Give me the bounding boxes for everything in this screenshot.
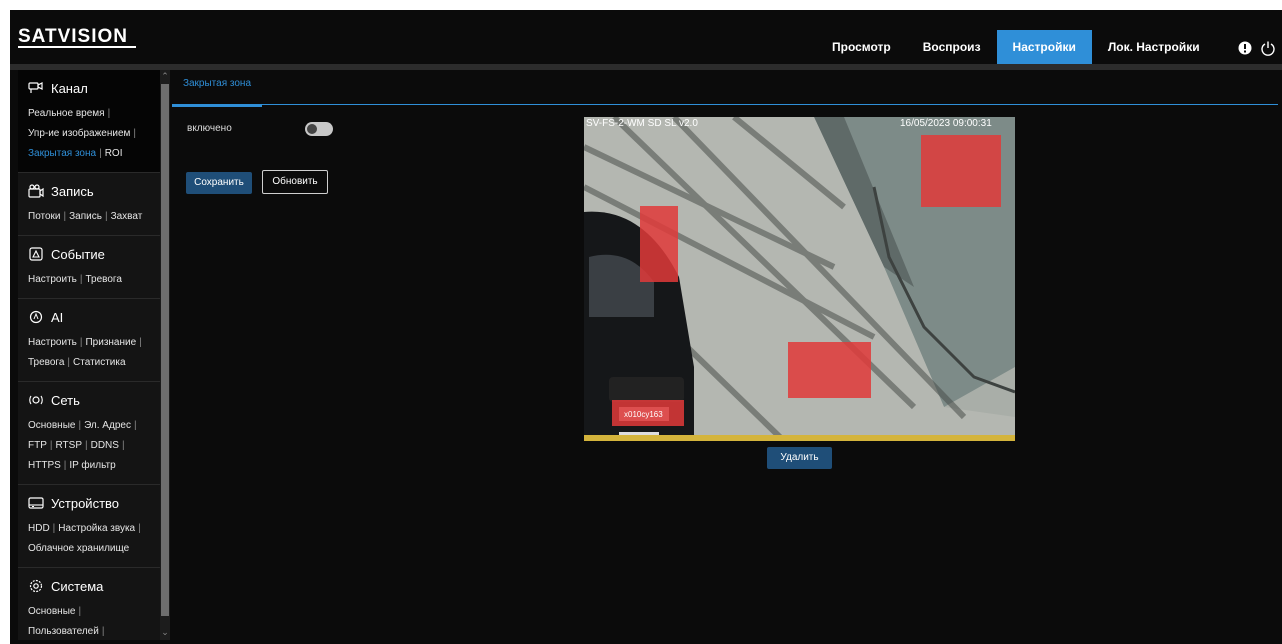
privacy-zone-1 [921, 135, 1001, 207]
sidebar-section-system: Система Основные | Пользователей | [18, 568, 168, 640]
sidebar-section-record: Запись Потоки | Запись | Захват [18, 173, 168, 236]
link-net-ddns[interactable]: DDNS [91, 440, 119, 451]
refresh-button[interactable]: Обновить [262, 170, 328, 194]
power-icon[interactable] [1260, 40, 1276, 56]
toggle-knob [307, 124, 317, 134]
app-window: SATVISION Просмотр Воспроиз Настройки Ло… [10, 10, 1282, 644]
sidebar-section-ai: AI Настроить | Признание | Тревога | Статисти… [18, 299, 168, 382]
sidebar-section-event: Событие Настроить | Тревога [18, 236, 168, 299]
link-ai-recognition[interactable]: Признание [85, 337, 136, 348]
link-event-setup[interactable]: Настроить [28, 274, 77, 285]
main-nav: Просмотр Воспроиз Настройки Лок. Настрой… [816, 30, 1216, 64]
nav-settings[interactable]: Настройки [996, 30, 1092, 64]
link-dev-cloud[interactable]: Облачное хранилище [28, 543, 129, 554]
link-sys-basic[interactable]: Основные [28, 606, 75, 617]
device-icon [28, 497, 44, 509]
sidebar-title-channel-label: Канал [51, 80, 88, 96]
sidebar-title-network[interactable]: Сеть [18, 388, 168, 412]
link-dev-audio[interactable]: Настройка звука [58, 523, 135, 534]
sidebar-title-event-label: Событие [51, 246, 105, 262]
sidebar-links-ai: Настроить | Признание | Тревога | Статистика [28, 337, 142, 368]
alert-icon[interactable] [1238, 41, 1252, 55]
link-net-email[interactable]: Эл. Адрес [84, 420, 131, 431]
main-panel: Закрытая зона включено Сохранить Обновит… [172, 70, 1282, 644]
sidebar-links-channel: Реальное время | Упр-ие изображением | Зак… [28, 108, 137, 159]
top-icons [1238, 40, 1276, 56]
link-net-basic[interactable]: Основные [28, 420, 75, 431]
sidebar-title-record-label: Запись [51, 183, 94, 199]
logo-text: SATVISION [18, 26, 128, 47]
link-ai-setup[interactable]: Настроить [28, 337, 77, 348]
link-recording[interactable]: Запись [69, 211, 102, 222]
scrollbar-thumb[interactable] [161, 84, 169, 616]
ai-icon [29, 310, 43, 324]
sidebar-title-network-label: Сеть [51, 392, 80, 408]
delete-button[interactable]: Удалить [767, 447, 832, 469]
osd-camera-name: SV-FS-2-WM SD SL v2.0 [586, 118, 698, 129]
event-icon [29, 247, 43, 261]
sidebar-title-event[interactable]: Событие [18, 242, 168, 266]
link-roi[interactable]: ROI [105, 148, 123, 159]
sidebar-title-ai[interactable]: AI [18, 305, 168, 329]
link-realtime[interactable]: Реальное время [28, 108, 105, 119]
sidebar-links-system: Основные | Пользователей | [28, 606, 105, 637]
link-image-control[interactable]: Упр-ие изображением [28, 128, 130, 139]
link-streams[interactable]: Потоки [28, 211, 61, 222]
sidebar-title-ai-label: AI [51, 309, 64, 325]
link-net-https[interactable]: HTTPS [28, 460, 61, 471]
save-button[interactable]: Сохранить [186, 172, 252, 194]
top-bar: SATVISION Просмотр Воспроиз Настройки Ло… [10, 10, 1282, 64]
sidebar-links-event: Настроить | Тревога [28, 274, 122, 285]
sidebar-title-system-label: Система [51, 578, 104, 594]
nav-local-settings[interactable]: Лок. Настройки [1092, 30, 1216, 64]
link-privacy-zone[interactable]: Закрытая зона [28, 148, 96, 159]
sidebar-links-record: Потоки | Запись | Захват [28, 211, 143, 222]
enabled-toggle[interactable] [305, 122, 333, 136]
sidebar-title-system[interactable]: Система [18, 574, 168, 598]
link-dev-hdd[interactable]: HDD [28, 523, 50, 534]
tab-privacy-zone[interactable]: Закрытая зона [172, 70, 262, 107]
sidebar-section-channel: Канал Реальное время | Упр-ие изображение… [18, 70, 168, 173]
camera-preview[interactable]: x010cy163 SV-FS-2-WM SD SL v2.0 16/05/20… [584, 117, 1015, 441]
sidebar-links-network: Основные | Эл. Адрес | FTP | RTSP | DDNS | HTTPS… [28, 420, 137, 471]
link-capture[interactable]: Захват [111, 211, 143, 222]
nav-view[interactable]: Просмотр [816, 30, 907, 64]
sidebar-section-device: Устройство HDD | Настройка звука | Облачное… [18, 485, 168, 568]
system-icon [29, 579, 43, 593]
link-net-ipfilter[interactable]: IP фильтр [69, 460, 115, 471]
record-icon [28, 184, 44, 198]
plate-text: x010cy163 [624, 410, 663, 419]
scroll-down-icon[interactable]: ⌄ [160, 626, 170, 638]
privacy-zone-2 [640, 206, 678, 282]
camera-icon [28, 82, 43, 93]
sidebar-title-device-label: Устройство [51, 495, 120, 511]
tab-underline [172, 104, 1278, 105]
sidebar-title-record[interactable]: Запись [18, 179, 168, 203]
privacy-zone-3 [788, 342, 871, 398]
enabled-label: включено [187, 123, 232, 134]
scroll-up-icon[interactable]: ⌃ [160, 70, 170, 82]
nav-playback[interactable]: Воспроиз [907, 30, 997, 64]
camera-scene: x010cy163 [584, 117, 1015, 441]
network-icon [29, 395, 43, 405]
settings-sidebar: Канал Реальное время | Упр-ие изображение… [18, 70, 168, 640]
sidebar-title-channel[interactable]: Канал [18, 76, 168, 100]
sidebar-scrollbar[interactable]: ⌃ ⌄ [160, 70, 170, 640]
link-event-alarm[interactable]: Тревога [85, 274, 121, 285]
link-ai-alarm[interactable]: Тревога [28, 357, 64, 368]
sidebar-title-device[interactable]: Устройство [18, 491, 168, 515]
osd-timestamp: 16/05/2023 09:00:31 [900, 118, 992, 129]
sidebar-links-device: HDD | Настройка звука | Облачное хранилище [28, 523, 141, 554]
link-sys-users[interactable]: Пользователей [28, 626, 99, 637]
satvision-logo: SATVISION [18, 26, 136, 48]
sidebar-section-network: Сеть Основные | Эл. Адрес | FTP | RTSP | DDNS | … [18, 382, 168, 485]
link-net-ftp[interactable]: FTP [28, 440, 47, 451]
link-ai-statistics[interactable]: Статистика [73, 357, 126, 368]
link-net-rtsp[interactable]: RTSP [56, 440, 83, 451]
